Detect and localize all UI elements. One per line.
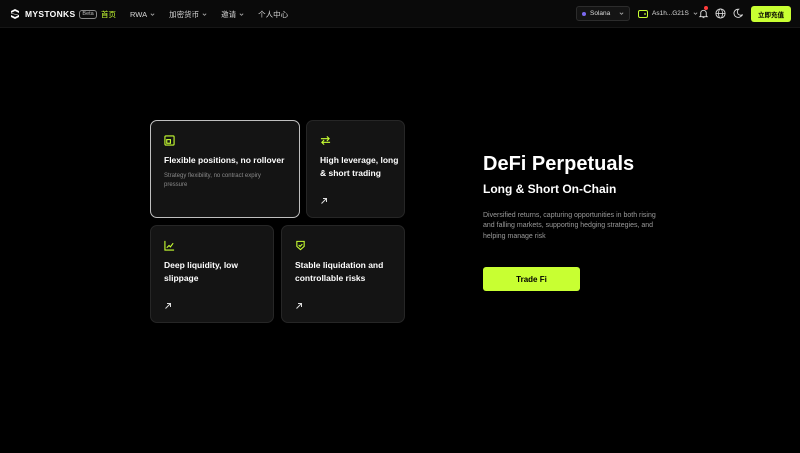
chain-select[interactable]: Solana bbox=[576, 6, 630, 21]
position-icon bbox=[164, 135, 175, 146]
bell-icon[interactable] bbox=[698, 8, 709, 19]
nav-item-profile[interactable]: 个人中心 bbox=[258, 9, 288, 20]
feature-card-title: Deep liquidity, low slippage bbox=[164, 260, 238, 283]
swap-arrows-icon bbox=[320, 135, 331, 146]
chevron-down-icon bbox=[239, 13, 244, 16]
feature-card-title: Flexible positions, no rollover bbox=[164, 155, 285, 165]
mystonks-logo-icon bbox=[11, 9, 19, 19]
arrow-up-right-icon bbox=[321, 198, 327, 204]
brand-logo[interactable]: MYSTONKS Beta bbox=[9, 8, 97, 20]
nav-item-crypto[interactable]: 加密货币 bbox=[169, 9, 207, 20]
deposit-button[interactable]: 立即充值 bbox=[751, 6, 791, 22]
top-nav: MYSTONKS Beta 首页 RWA 加密货币 邀请 个人中心 Solana bbox=[0, 0, 800, 28]
arrow-up-right-icon bbox=[165, 303, 171, 309]
nav-item-label: 首页 bbox=[101, 10, 116, 19]
shield-check-icon bbox=[296, 240, 305, 251]
main-menu: 首页 RWA 加密货币 邀请 个人中心 bbox=[101, 9, 288, 20]
hero-description: Diversified returns, capturing opportuni… bbox=[483, 212, 656, 240]
beta-badge: Beta bbox=[79, 9, 97, 19]
solana-icon bbox=[582, 11, 586, 16]
nav-item-label: 加密货币 bbox=[169, 10, 200, 19]
feature-card-deep-liquidity[interactable]: Deep liquidity, low slippage bbox=[150, 225, 274, 323]
chevron-down-icon bbox=[619, 12, 624, 15]
hero-subtitle: Long & Short On-Chain bbox=[483, 182, 617, 196]
hero-title: DeFi Perpetuals bbox=[483, 153, 635, 175]
notification-dot bbox=[704, 6, 708, 10]
trend-chart-icon bbox=[164, 240, 175, 251]
wallet-button[interactable]: As1h...G21S bbox=[638, 9, 698, 18]
feature-card-title: High leverage, long & short trading bbox=[320, 155, 399, 178]
wallet-address: As1h...G21S bbox=[652, 10, 689, 17]
brand-name: MYSTONKS bbox=[25, 9, 76, 19]
arrow-up-right-icon bbox=[296, 303, 302, 309]
nav-item-home[interactable]: 首页 bbox=[101, 9, 116, 20]
feature-card-stable-liquidation[interactable]: Stable liquidation and controllable risk… bbox=[281, 225, 405, 323]
chain-select-value: Solana bbox=[590, 10, 611, 17]
feature-card-high-leverage[interactable]: High leverage, long & short trading bbox=[306, 120, 405, 218]
nav-item-rwa[interactable]: RWA bbox=[130, 9, 155, 20]
nav-item-label: 个人中心 bbox=[258, 10, 289, 19]
trade-fi-button[interactable]: Trade Fi bbox=[483, 267, 580, 291]
globe-icon[interactable] bbox=[715, 8, 726, 19]
feature-card-title: Stable liquidation and controllable risk… bbox=[295, 260, 384, 283]
nav-item-label: 邀请 bbox=[221, 10, 237, 19]
nav-item-label: RWA bbox=[130, 10, 148, 19]
feature-card-description: Strategy flexibility, no contract expiry… bbox=[164, 173, 261, 188]
chevron-down-icon bbox=[150, 13, 155, 16]
moon-icon[interactable] bbox=[733, 8, 744, 19]
feature-card-flexible-positions[interactable]: Flexible positions, no rollover Strategy… bbox=[150, 120, 300, 218]
nav-item-invite[interactable]: 邀请 bbox=[221, 9, 244, 20]
chevron-down-icon bbox=[202, 13, 207, 16]
wallet-icon bbox=[638, 10, 648, 18]
